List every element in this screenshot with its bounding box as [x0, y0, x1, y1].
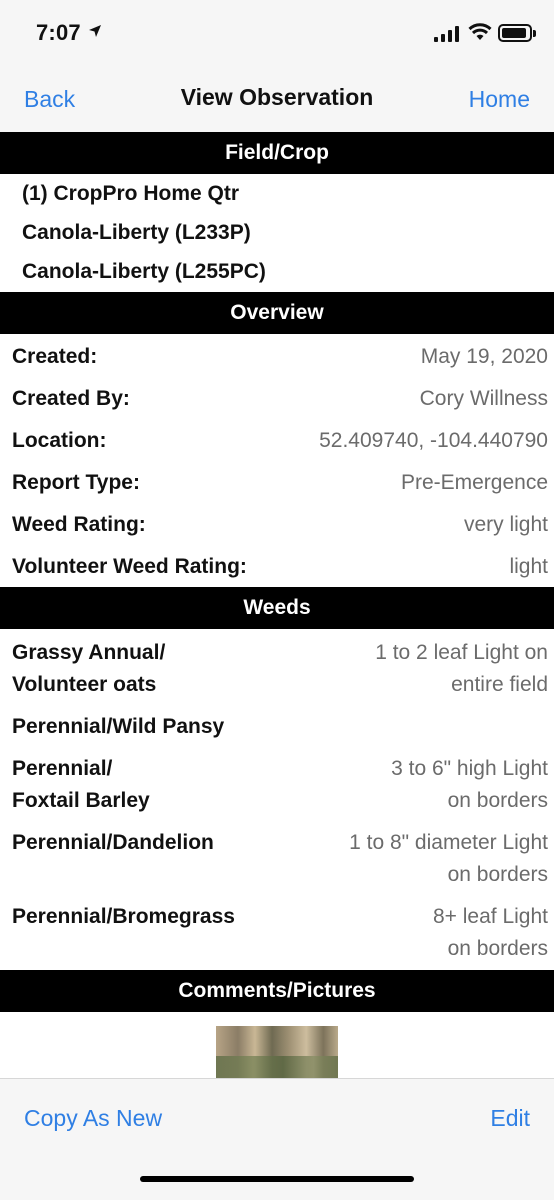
weed-detail: 3 to 6" high Light — [391, 757, 548, 780]
report-type-value: Pre-Emergence — [400, 471, 548, 494]
crop-variety: Canola-Liberty (L233P) — [22, 221, 251, 244]
overview-header: Overview — [0, 292, 554, 334]
copy-as-new-button[interactable]: Copy As New — [24, 1105, 162, 1132]
created-by-label: Created By: — [12, 387, 130, 410]
battery-icon — [498, 24, 536, 42]
volunteer-weed-rating-label: Volunteer Weed Rating: — [12, 555, 247, 578]
navigation-bar: Back View Observation Home — [0, 66, 554, 132]
weed-detail: on borders — [447, 937, 548, 960]
created-value: May 19, 2020 — [420, 345, 548, 368]
edit-button[interactable]: Edit — [490, 1105, 530, 1132]
comments-pictures-header: Comments/Pictures — [0, 970, 554, 1012]
location-value: 52.409740, -104.440790 — [319, 429, 548, 452]
weed-name: Foxtail Barley — [12, 789, 150, 812]
created-by-value: Cory Willness — [419, 387, 548, 410]
weed-rating-value: very light — [463, 513, 548, 536]
report-type-label: Report Type: — [12, 471, 140, 494]
cellular-signal-icon — [434, 26, 460, 47]
weed-name: Perennial/Wild Pansy — [12, 715, 225, 738]
crop-variety: Canola-Liberty (L255PC) — [22, 260, 266, 283]
wifi-icon — [468, 23, 492, 46]
weed-detail: on borders — [447, 863, 548, 886]
home-button[interactable]: Home — [469, 86, 530, 113]
weed-rating-label: Weed Rating: — [12, 513, 146, 536]
location-label: Location: — [12, 429, 107, 452]
weed-detail: 1 to 8" diameter Light — [349, 831, 548, 854]
observation-photo-thumbnail[interactable] — [216, 1026, 338, 1078]
weed-name: Perennial/Dandelion — [12, 831, 214, 854]
weeds-header: Weeds — [0, 587, 554, 629]
weed-name: Grassy Annual/ — [12, 641, 166, 664]
weed-detail: on borders — [447, 789, 548, 812]
weed-name: Volunteer oats — [12, 673, 157, 696]
weed-detail: 1 to 2 leaf Light on — [375, 641, 548, 664]
weed-name: Perennial/ — [12, 757, 113, 780]
created-label: Created: — [12, 345, 98, 368]
field-name: (1) CropPro Home Qtr — [22, 182, 240, 205]
field-crop-header: Field/Crop — [0, 132, 554, 174]
status-time: 7:07 — [36, 20, 81, 45]
volunteer-weed-rating-value: light — [509, 555, 548, 578]
weed-name: Perennial/Bromegrass — [12, 905, 235, 928]
weed-detail: entire field — [451, 673, 548, 696]
home-indicator[interactable] — [140, 1176, 414, 1182]
status-bar: 7:07 — [0, 0, 554, 66]
weed-detail: 8+ leaf Light — [432, 905, 548, 928]
location-arrow-icon — [88, 24, 102, 43]
